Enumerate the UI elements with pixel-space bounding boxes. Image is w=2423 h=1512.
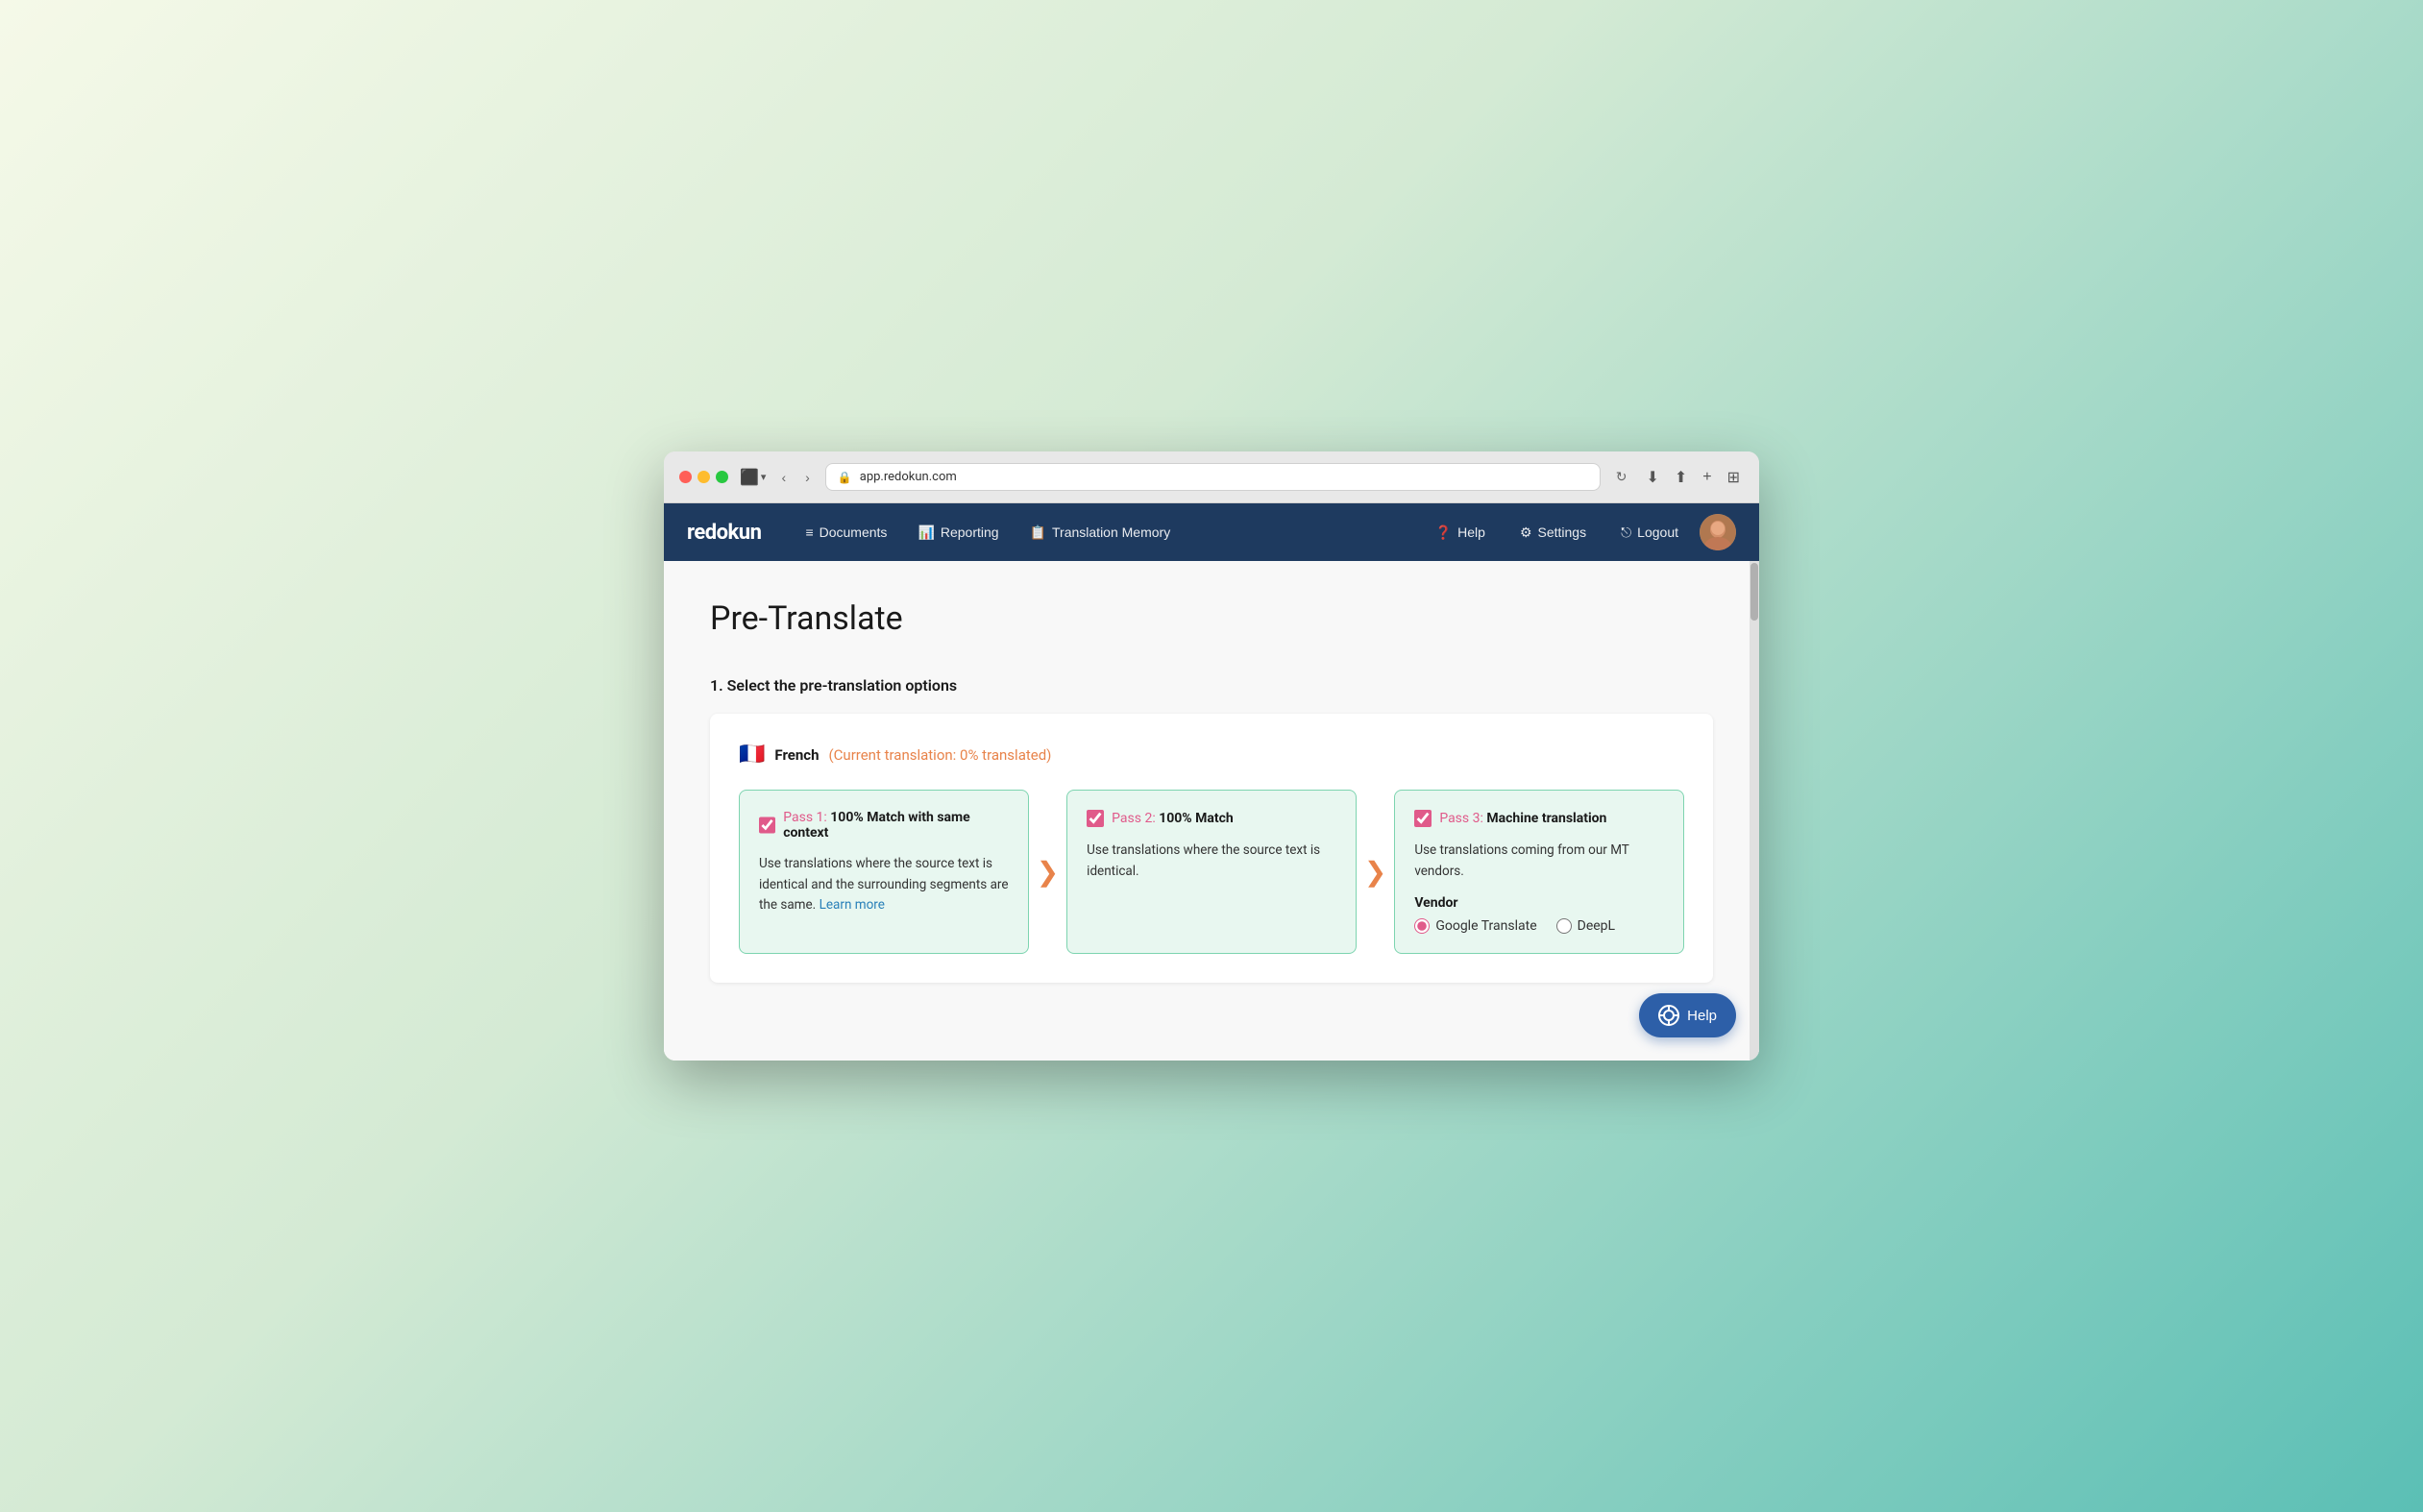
help-fab-icon bbox=[1658, 1005, 1679, 1026]
url-text: app.redokun.com bbox=[860, 470, 957, 484]
nav-reporting-label: Reporting bbox=[941, 524, 999, 540]
pass-2-description: Use translations where the source text i… bbox=[1087, 841, 1336, 882]
nav-tm-label: Translation Memory bbox=[1052, 524, 1170, 540]
pass-2-title: Pass 2: 100% Match bbox=[1112, 811, 1234, 826]
translation-memory-icon: 📋 bbox=[1030, 524, 1046, 541]
reporting-icon: 📊 bbox=[918, 524, 934, 541]
vendor-label: Vendor bbox=[1414, 895, 1664, 911]
share-button[interactable]: ⬆ bbox=[1671, 464, 1691, 491]
help-fab-label: Help bbox=[1687, 1008, 1717, 1024]
nav-item-translation-memory[interactable]: 📋 Translation Memory bbox=[1016, 517, 1185, 549]
pass-2-name: 100% Match bbox=[1159, 811, 1234, 826]
vendor-google-radio[interactable] bbox=[1414, 918, 1430, 934]
chevron-right-icon-1: ❯ bbox=[1037, 856, 1059, 888]
scrollbar-thumb[interactable] bbox=[1750, 563, 1758, 621]
new-tab-button[interactable]: + bbox=[1699, 465, 1715, 490]
minimize-dot[interactable] bbox=[698, 471, 710, 483]
vendor-deepl-label: DeepL bbox=[1578, 918, 1615, 934]
pass-2-label: Pass 2: bbox=[1112, 811, 1156, 826]
nav-logout-label: Logout bbox=[1637, 524, 1678, 540]
lock-icon: 🔒 bbox=[838, 471, 852, 484]
close-dot[interactable] bbox=[679, 471, 692, 483]
pass-3-title: Pass 3: Machine translation bbox=[1439, 811, 1606, 826]
pass-1-label: Pass 1: bbox=[783, 810, 827, 825]
nav-items: ≡ Documents 📊 Reporting 📋 Translation Me… bbox=[792, 517, 1413, 549]
main-scroll-area: Pre-Translate 1. Select the pre-translat… bbox=[664, 561, 1759, 1061]
help-fab-button[interactable]: Help bbox=[1639, 993, 1736, 1037]
french-flag: 🇫🇷 bbox=[739, 743, 765, 767]
help-icon: ❓ bbox=[1435, 524, 1452, 541]
vendor-deepl-option[interactable]: DeepL bbox=[1556, 918, 1615, 934]
options-card: 🇫🇷 French (Current translation: 0% trans… bbox=[710, 714, 1713, 983]
nav-right: ❓ Help ⚙ Settings ⎋ Logout bbox=[1422, 514, 1736, 550]
page-content: Pre-Translate 1. Select the pre-translat… bbox=[664, 561, 1759, 1061]
scrollbar-track[interactable] bbox=[1750, 561, 1759, 1061]
passes-container: Pass 1: 100% Match with same context Use… bbox=[739, 790, 1684, 954]
content-area: Pre-Translate 1. Select the pre-translat… bbox=[664, 561, 1759, 1061]
pass-1-checkbox[interactable] bbox=[759, 817, 775, 834]
section-heading: 1. Select the pre-translation options bbox=[710, 676, 1713, 695]
avatar bbox=[1700, 514, 1736, 550]
nav-bar: redokun ≡ Documents 📊 Reporting 📋 Transl… bbox=[664, 503, 1759, 561]
pass-1-header: Pass 1: 100% Match with same context bbox=[759, 810, 1009, 841]
address-bar[interactable]: 🔒 app.redokun.com bbox=[825, 463, 1601, 491]
pass-1-title: Pass 1: 100% Match with same context bbox=[783, 810, 1008, 841]
vendor-deepl-radio[interactable] bbox=[1556, 918, 1572, 934]
vendor-google-label: Google Translate bbox=[1435, 918, 1536, 934]
language-status: (Current translation: 0% translated) bbox=[829, 746, 1052, 764]
download-button[interactable]: ⬇ bbox=[1642, 464, 1662, 491]
nav-logo: redokun bbox=[687, 521, 761, 545]
nav-help-button[interactable]: ❓ Help bbox=[1422, 517, 1499, 549]
vendor-section: Vendor Google Translate Deep bbox=[1414, 895, 1664, 934]
documents-icon: ≡ bbox=[805, 524, 813, 540]
vendor-google-option[interactable]: Google Translate bbox=[1414, 918, 1536, 934]
language-name: French bbox=[774, 746, 819, 764]
forward-button[interactable]: › bbox=[801, 468, 814, 487]
nav-settings-label: Settings bbox=[1538, 524, 1587, 540]
nav-documents-label: Documents bbox=[820, 524, 888, 540]
nav-item-documents[interactable]: ≡ Documents bbox=[792, 517, 900, 549]
pass-3-name: Machine translation bbox=[1486, 811, 1606, 826]
pass-2-card: Pass 2: 100% Match Use translations wher… bbox=[1066, 790, 1357, 954]
pass-1-description: Use translations where the source text i… bbox=[759, 854, 1009, 916]
arrow-2: ❯ bbox=[1357, 790, 1394, 954]
pass-3-label: Pass 3: bbox=[1439, 811, 1483, 826]
nav-item-reporting[interactable]: 📊 Reporting bbox=[904, 517, 1012, 549]
chevron-right-icon-2: ❯ bbox=[1364, 856, 1386, 888]
sidebar-icon: ⬛ bbox=[740, 468, 759, 487]
pass-3-checkbox[interactable] bbox=[1414, 810, 1432, 827]
chevron-down-icon: ▾ bbox=[761, 471, 767, 483]
browser-chrome: ⬛ ▾ ‹ › 🔒 app.redokun.com ↻ ⬇ ⬆ + ⊞ bbox=[664, 451, 1759, 503]
language-header: 🇫🇷 French (Current translation: 0% trans… bbox=[739, 743, 1684, 767]
pass-2-header: Pass 2: 100% Match bbox=[1087, 810, 1336, 827]
logout-icon: ⎋ bbox=[1621, 524, 1631, 541]
settings-icon: ⚙ bbox=[1520, 524, 1532, 541]
pass-1-learn-more-link[interactable]: Learn more bbox=[820, 897, 885, 913]
app-container: redokun ≡ Documents 📊 Reporting 📋 Transl… bbox=[664, 503, 1759, 1061]
arrow-1: ❯ bbox=[1029, 790, 1066, 954]
page-title: Pre-Translate bbox=[710, 599, 1713, 638]
reload-button[interactable]: ↻ bbox=[1612, 467, 1631, 487]
sidebar-toggle-button[interactable]: ⬛ ▾ bbox=[740, 468, 766, 487]
nav-logout-button[interactable]: ⎋ Logout bbox=[1607, 517, 1692, 549]
nav-help-label: Help bbox=[1457, 524, 1485, 540]
pass-3-card: Pass 3: Machine translation Use translat… bbox=[1394, 790, 1684, 954]
nav-settings-button[interactable]: ⚙ Settings bbox=[1506, 517, 1600, 549]
maximize-dot[interactable] bbox=[716, 471, 728, 483]
pass-1-card: Pass 1: 100% Match with same context Use… bbox=[739, 790, 1029, 954]
browser-dots bbox=[679, 471, 728, 483]
back-button[interactable]: ‹ bbox=[777, 468, 790, 487]
pass-3-description: Use translations coming from our MT vend… bbox=[1414, 841, 1664, 882]
pass-3-header: Pass 3: Machine translation bbox=[1414, 810, 1664, 827]
grid-button[interactable]: ⊞ bbox=[1724, 464, 1744, 491]
browser-window: ⬛ ▾ ‹ › 🔒 app.redokun.com ↻ ⬇ ⬆ + ⊞ redo… bbox=[664, 451, 1759, 1061]
vendor-options: Google Translate DeepL bbox=[1414, 918, 1664, 934]
browser-actions: ⬇ ⬆ + ⊞ bbox=[1642, 464, 1744, 491]
pass-2-checkbox[interactable] bbox=[1087, 810, 1104, 827]
